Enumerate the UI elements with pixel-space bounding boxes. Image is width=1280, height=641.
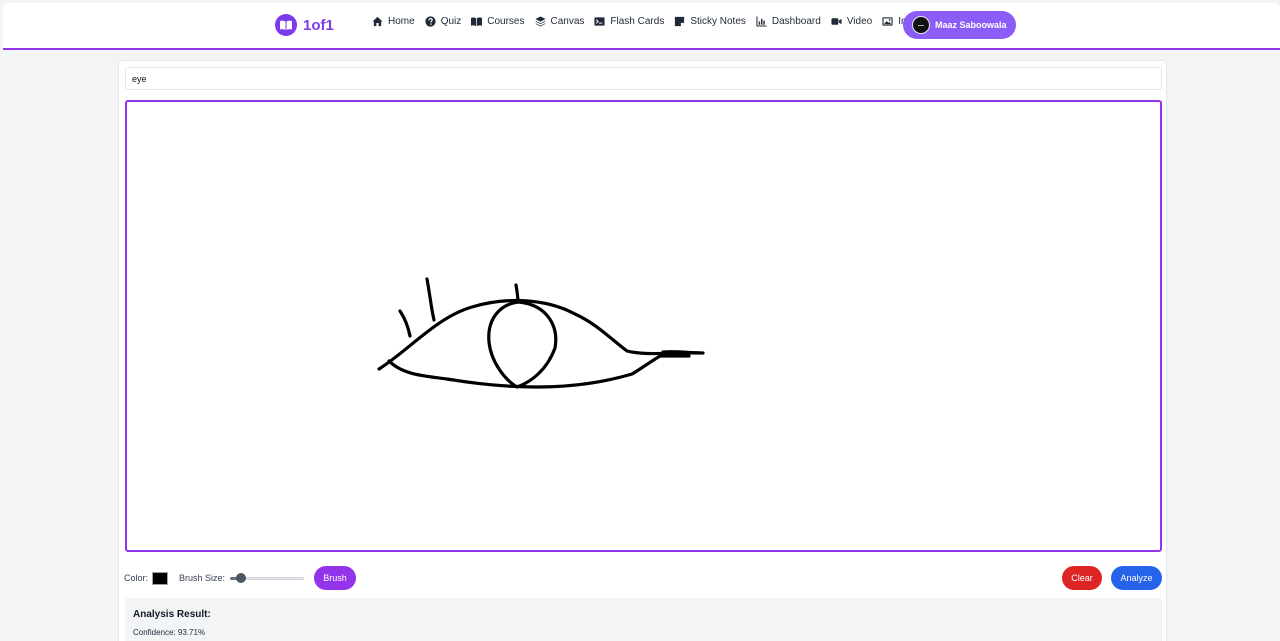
book-icon <box>471 17 483 27</box>
nav-item-dashboard[interactable]: Dashboard <box>756 16 821 27</box>
nav-item-sticky-notes[interactable]: Sticky Notes <box>674 16 746 27</box>
nav-label: Courses <box>487 16 525 27</box>
brush-button[interactable]: Brush <box>314 566 357 590</box>
nav-label: Sticky Notes <box>690 16 746 27</box>
nav-item-home[interactable]: Home <box>372 16 415 27</box>
color-label: Color: <box>124 573 149 583</box>
sticky-note-icon <box>675 16 685 27</box>
clear-button[interactable]: Clear <box>1062 566 1102 590</box>
video-icon <box>831 18 842 25</box>
open-book-icon <box>275 14 297 36</box>
nav-item-flash-cards[interactable]: Flash Cards <box>594 16 664 27</box>
analysis-result-panel: Analysis Result: Confidence: 93.71% <box>125 598 1162 641</box>
nav-item-video[interactable]: Video <box>831 16 872 27</box>
nav-label: Home <box>388 16 415 27</box>
user-name: Maaz Saboowala <box>935 20 1007 30</box>
color-picker[interactable] <box>152 571 169 585</box>
question-icon <box>425 16 436 27</box>
avatar <box>912 16 930 34</box>
nav-label: Canvas <box>550 16 585 27</box>
home-icon <box>372 16 383 27</box>
image-icon <box>882 17 893 26</box>
brand-name: 1of1 <box>303 16 334 34</box>
terminal-icon <box>594 17 605 26</box>
nav-label: Quiz <box>440 16 462 27</box>
drawing-card: Color: Brush Size: Brush Clear Analyze A… <box>118 60 1167 641</box>
eye-sketch <box>377 277 705 389</box>
brush-controls: Color: Brush Size: Brush <box>124 566 357 590</box>
chart-icon <box>756 16 767 27</box>
brush-size-label: Brush Size: <box>179 573 226 583</box>
nav-item-canvas[interactable]: Canvas <box>534 16 585 27</box>
result-title: Analysis Result: <box>133 609 211 620</box>
slider-thumb[interactable] <box>236 573 247 583</box>
nav-item-quiz[interactable]: Quiz <box>425 16 462 27</box>
layers-icon <box>534 16 546 27</box>
brand-logo[interactable]: 1of1 <box>275 14 334 36</box>
word-input[interactable] <box>125 67 1162 90</box>
top-navbar: 1of1 Home Quiz Courses Canvas Flash Card… <box>3 3 1280 50</box>
nav-label: Flash Cards <box>610 16 665 27</box>
brush-size-slider[interactable] <box>230 572 305 584</box>
main-nav: Home Quiz Courses Canvas Flash Cards Sti… <box>372 16 936 27</box>
analyze-button[interactable]: Analyze <box>1111 566 1162 590</box>
user-profile-button[interactable]: Maaz Saboowala <box>903 11 1016 39</box>
nav-label: Video <box>846 16 873 27</box>
drawing-canvas[interactable] <box>125 100 1162 552</box>
confidence-text: Confidence: 93.71% <box>133 628 206 637</box>
nav-item-courses[interactable]: Courses <box>471 16 525 27</box>
nav-label: Dashboard <box>771 16 821 27</box>
